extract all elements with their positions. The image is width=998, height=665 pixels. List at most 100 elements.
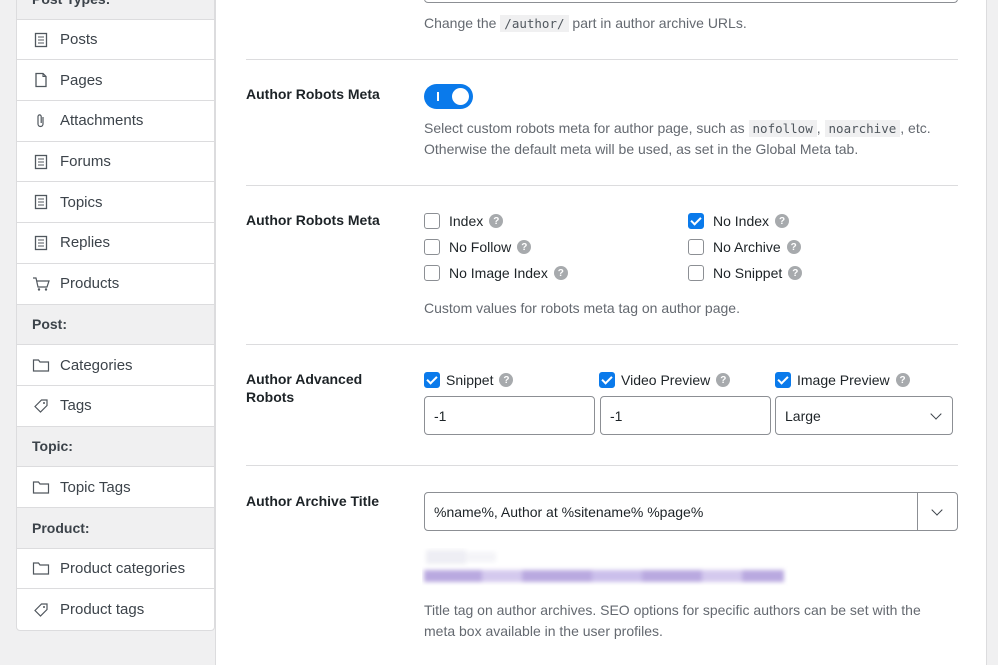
- sidebar-item-categories[interactable]: Categories: [17, 345, 214, 386]
- folder-icon: [32, 559, 50, 577]
- toggle-knob: [452, 88, 469, 105]
- sidebar-item-pages[interactable]: Pages: [17, 60, 214, 102]
- sidebar-item-label: Forums: [60, 153, 111, 171]
- robots-meta-toggle-description: Select custom robots meta for author pag…: [424, 118, 964, 160]
- sidebar-item-label: Attachments: [60, 112, 144, 130]
- sidebar-item-topic-tags[interactable]: Topic Tags: [17, 467, 214, 508]
- page-icon: [32, 153, 50, 171]
- checkbox-label: No Follow: [449, 239, 512, 255]
- divider: [246, 465, 958, 466]
- checkbox-box[interactable]: [424, 265, 440, 281]
- page-gutter: [987, 0, 998, 665]
- desc-text: part in author archive URLs.: [572, 15, 747, 31]
- sidebar: Post Types: Posts Pages Attachments Foru…: [16, 0, 215, 631]
- help-icon[interactable]: ?: [489, 214, 504, 228]
- sidebar-item-topics[interactable]: Topics: [17, 182, 214, 224]
- checkbox-video-preview[interactable]: Video Preview ?: [599, 372, 731, 388]
- sidebar-item-posts[interactable]: Posts: [17, 20, 214, 61]
- video-preview-input[interactable]: -1: [600, 396, 771, 435]
- checkbox-box[interactable]: [424, 372, 440, 388]
- checkbox-label: Video Preview: [621, 372, 711, 388]
- author-base-description: Change the /author/ part in author archi…: [424, 13, 747, 34]
- sidebar-item-label: Product categories: [60, 559, 186, 577]
- desc-sep: ,: [816, 120, 821, 136]
- input-value: %name%, Author at %sitename% %page%: [434, 503, 704, 520]
- sidebar-item-label: Replies: [60, 234, 111, 252]
- checkbox-label: No Image Index: [449, 265, 548, 281]
- checkbox-noimageindex[interactable]: No Image Index ?: [424, 265, 568, 281]
- sidebar-item-attachments[interactable]: Attachments: [17, 101, 214, 142]
- divider: [246, 344, 958, 345]
- sidebar-item-label: Product tags: [60, 601, 145, 619]
- checkbox-noarchive[interactable]: No Archive ?: [688, 239, 801, 255]
- chevron-down-icon[interactable]: [931, 504, 943, 516]
- variable-separator: [917, 493, 918, 530]
- sidebar-section-product: Product:: [17, 507, 214, 549]
- chevron-down-icon: [930, 408, 942, 420]
- label-line: Robots: [246, 389, 295, 405]
- tag-icon: [32, 397, 50, 415]
- author-base-input[interactable]: [424, 0, 958, 3]
- checkbox-label: No Archive: [713, 239, 781, 255]
- sidebar-item-replies[interactable]: Replies: [17, 223, 214, 264]
- sidebar-item-label: Posts: [60, 31, 98, 49]
- checkbox-box[interactable]: [424, 213, 440, 229]
- help-icon[interactable]: ?: [775, 214, 790, 228]
- sidebar-section-topic: Topic:: [17, 426, 214, 468]
- help-icon[interactable]: ?: [499, 373, 514, 387]
- checkbox-label: No Index: [713, 213, 770, 229]
- paperclip-icon: [32, 112, 50, 130]
- folder-icon: [32, 356, 50, 374]
- desc-line-2: Otherwise the default meta will be used,…: [424, 141, 859, 157]
- checkbox-nofollow[interactable]: No Follow ?: [424, 239, 532, 255]
- sidebar-section-post: Post:: [17, 304, 214, 346]
- robots-meta-toggle-label: Author Robots Meta: [246, 86, 380, 102]
- sidebar-item-tags[interactable]: Tags: [17, 386, 214, 427]
- desc-text: Change the: [424, 15, 497, 31]
- preview-blurred: [424, 550, 784, 582]
- sidebar-item-label: Tags: [60, 397, 92, 415]
- checkbox-box[interactable]: [599, 372, 615, 388]
- checkbox-index[interactable]: Index ?: [424, 213, 504, 229]
- help-icon[interactable]: ?: [895, 373, 910, 387]
- desc-line-1: Select custom robots meta for author pag…: [424, 118, 964, 139]
- checkbox-box[interactable]: [688, 213, 704, 229]
- help-icon[interactable]: ?: [517, 240, 532, 254]
- code-noarchive: noarchive: [824, 120, 901, 137]
- sidebar-item-products[interactable]: Products: [17, 264, 214, 305]
- folder-icon: [32, 478, 50, 496]
- advanced-robots-label: Author Advanced Robots: [246, 370, 362, 406]
- checkbox-box[interactable]: [688, 239, 704, 255]
- robots-meta-toggle[interactable]: [424, 84, 473, 109]
- checkbox-image-preview[interactable]: Image Preview ?: [775, 372, 910, 388]
- archive-title-input[interactable]: %name%, Author at %sitename% %page%: [424, 492, 958, 531]
- image-preview-select[interactable]: Large: [775, 396, 953, 435]
- checkbox-label: Snippet: [446, 372, 494, 388]
- help-icon[interactable]: ?: [786, 240, 801, 254]
- checkbox-box[interactable]: [424, 239, 440, 255]
- tag-icon: [32, 601, 50, 619]
- sidebar-item-product-tags[interactable]: Product tags: [17, 589, 214, 630]
- desc-line-2: meta box available in the user profiles.: [424, 623, 663, 639]
- checkbox-snippet[interactable]: Snippet ?: [424, 372, 514, 388]
- sidebar-item-product-categories[interactable]: Product categories: [17, 549, 214, 590]
- sidebar-item-label: Pages: [60, 71, 103, 89]
- robots-meta-label: Author Robots Meta: [246, 212, 380, 228]
- help-icon[interactable]: ?: [788, 266, 803, 280]
- sidebar-item-label: Products: [60, 275, 120, 293]
- checkbox-noindex[interactable]: No Index ?: [688, 213, 790, 229]
- help-icon[interactable]: ?: [553, 266, 568, 280]
- desc-text: Select custom robots meta for author pag…: [424, 120, 745, 136]
- archive-title-description: Title tag on author archives. SEO option…: [424, 600, 921, 642]
- archive-title-label: Author Archive Title: [246, 493, 380, 509]
- page-icon: [32, 234, 50, 252]
- help-icon[interactable]: ?: [716, 373, 731, 387]
- checkbox-nosnippet[interactable]: No Snippet ?: [688, 265, 803, 281]
- snippet-length-input[interactable]: -1: [424, 396, 595, 435]
- checkbox-label: Index: [449, 213, 484, 229]
- checkbox-box[interactable]: [688, 265, 704, 281]
- sidebar-item-forums[interactable]: Forums: [17, 142, 214, 183]
- checkbox-box[interactable]: [775, 372, 791, 388]
- page-icon: [32, 31, 50, 49]
- settings-panel: Change the /author/ part in author archi…: [215, 0, 987, 665]
